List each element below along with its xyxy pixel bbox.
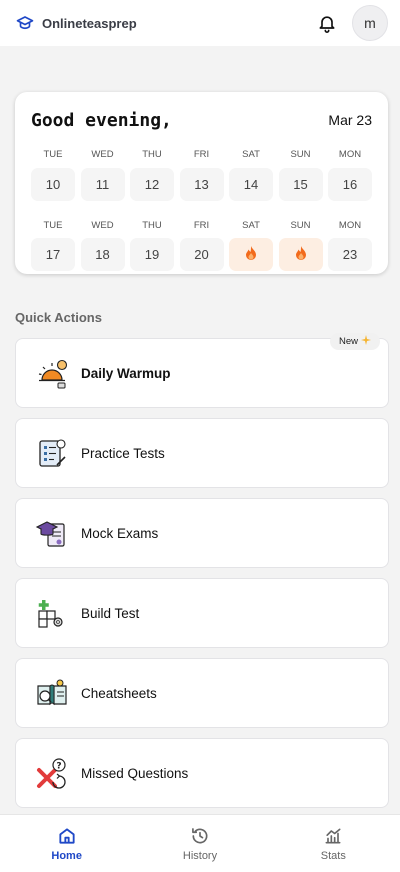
sparkle-icon [361,335,371,348]
greeting-card: Good evening, Mar 23 TUE WED THU FRI SAT SUN M… [15,92,388,274]
streak-week-1: TUE WED THU FRI SAT SUN MON 10 11 12 13 14 15 16 [31,148,372,201]
calendar-day-cell: 11 [80,168,125,201]
greeting-text: Good evening, [31,109,172,131]
missed-question-icon: ? [34,755,70,791]
sunrise-icon [34,355,70,391]
streak-day-cell [278,238,323,271]
calendar-day-cell: 10 [31,168,75,201]
action-label: Missed Questions [81,765,189,781]
calendar-day-cell: 23 [328,238,372,271]
flame-icon [294,245,308,264]
avatar[interactable]: m [352,5,388,41]
calendar-day-cell: 16 [328,168,372,201]
action-label: Practice Tests [81,445,165,461]
history-icon [189,825,211,847]
nav-history-label: History [182,850,218,862]
action-label: Build Test [81,605,140,621]
action-label: Mock Exams [81,525,159,541]
calendar-day-cell: 15 [278,168,323,201]
mock-exams-button[interactable]: Mock Exams [15,498,389,568]
calendar-day-cell: 14 [229,168,273,201]
weekday-label: SUN [290,149,311,160]
calendar-day-cell: 13 [179,168,224,201]
quick-actions-title: Quick Actions [15,310,102,325]
nav-stats[interactable]: Stats [267,815,400,872]
calendar-day-cell: 20 [179,238,224,271]
weekday-label: MON [338,220,362,231]
weekday-label: THU [142,149,162,160]
new-badge: New [329,333,380,350]
weekday-label: MON [338,149,362,160]
calendar-day-cell: 12 [130,168,174,201]
nav-home[interactable]: Home [0,815,133,872]
weekday-label: FRI [193,220,210,231]
cheatsheets-button[interactable]: Cheatsheets [15,658,389,728]
nav-history[interactable]: History [133,815,266,872]
blocks-icon [34,595,70,631]
daily-warmup-button[interactable]: Daily Warmup New [15,333,389,408]
weekday-label: SAT [242,149,260,160]
nav-home-label: Home [51,850,82,862]
bottom-nav: Home History Stats [0,814,400,872]
notifications-bell-icon[interactable] [316,12,338,34]
weekday-label: WED [91,149,114,160]
brand[interactable]: Onlineteasprep [16,14,137,32]
new-badge-label: New [338,336,358,347]
quick-actions-list: Daily Warmup New Practice Tests Mock Exa… [15,333,389,818]
top-bar: Onlineteasprep m [0,0,400,46]
action-label: Cheatsheets [81,685,157,701]
nav-stats-label: Stats [320,850,346,862]
calendar-day-cell: 18 [80,238,125,271]
missed-questions-button[interactable]: ? Missed Questions [15,738,389,808]
home-icon [56,825,78,847]
clipboard-icon [34,435,70,471]
weekday-label: SUN [290,220,311,231]
graduation-cap-icon [34,515,70,551]
book-icon [34,675,70,711]
current-date: Mar 23 [328,112,372,128]
stats-icon [322,825,344,847]
graduation-cap-logo-icon [16,14,34,32]
streak-day-cell [229,238,273,271]
weekday-label: TUE [43,220,63,231]
weekday-label: WED [91,220,114,231]
svg-text:?: ? [56,762,61,772]
brand-name: Onlineteasprep [42,15,137,31]
calendar-day-cell: 19 [130,238,174,271]
weekday-label: THU [142,220,162,231]
build-test-button[interactable]: Build Test [15,578,389,648]
flame-icon [244,245,258,264]
weekday-label: TUE [43,149,63,160]
action-label: Daily Warmup [81,365,171,381]
weekday-label: SAT [242,220,260,231]
weekday-label: FRI [193,149,210,160]
streak-week-2: TUE WED THU FRI SAT SUN MON 17 18 19 20 23 [31,219,372,271]
calendar-day-cell: 17 [31,238,75,271]
practice-tests-button[interactable]: Practice Tests [15,418,389,488]
avatar-initial: m [364,15,376,31]
